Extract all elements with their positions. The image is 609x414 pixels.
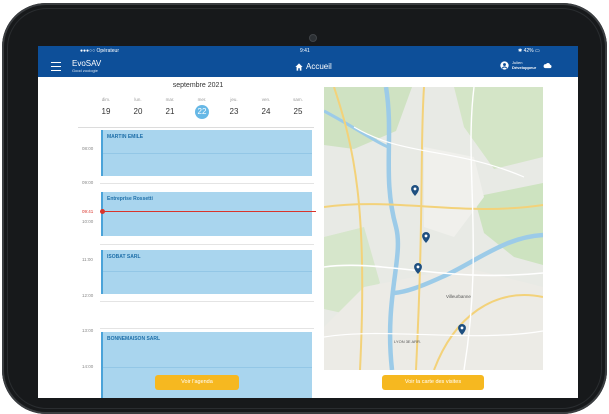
current-time-line — [100, 211, 316, 212]
map-marker-icon[interactable] — [414, 263, 422, 274]
day-number: 20 — [133, 107, 143, 116]
event-block[interactable]: MARTIN EMILE — [101, 130, 312, 176]
day-cell[interactable]: sam. 25 — [285, 97, 311, 119]
battery-label: ✱ 42% ▭ — [518, 48, 540, 54]
map-label: LYON 3E ARR. — [394, 339, 422, 344]
app-screen: ●●●○○ Opérateur 9:41 ✱ 42% ▭ EvoSAV Good… — [38, 46, 578, 398]
map-graphic — [324, 87, 543, 370]
home-icon — [295, 62, 303, 71]
map-marker-icon[interactable] — [422, 232, 430, 243]
app-name: EvoSAV — [72, 59, 102, 68]
event-block[interactable]: Entreprise Rossetti — [101, 192, 312, 236]
day-number: 25 — [293, 107, 303, 116]
app-header: EvoSAV Good zoologie Accueil Julien Déve… — [38, 56, 578, 77]
carrier-label: ●●●○○ Opérateur — [80, 48, 120, 54]
home-label: Accueil — [306, 62, 332, 71]
month-label: septembre 2021 — [172, 82, 224, 89]
event-title: Entreprise Rossetti — [107, 196, 153, 202]
day-number: 21 — [165, 107, 175, 116]
clock: 9:41 — [300, 48, 310, 54]
hour-label: 13:00 — [82, 328, 94, 333]
day-cell[interactable]: jeu. 23 — [221, 97, 247, 119]
view-agenda-button[interactable]: Voir l'agenda — [155, 375, 239, 390]
hour-label: 12:00 — [82, 293, 94, 298]
hour-label: 14:00 — [82, 364, 94, 369]
map-marker-icon[interactable] — [458, 324, 466, 335]
user-role: Développeur — [512, 65, 537, 70]
map-label: Villeurbanne — [446, 294, 471, 299]
day-number: 23 — [229, 107, 239, 116]
hour-label: 10:00 — [82, 219, 94, 224]
day-number: 19 — [101, 107, 111, 116]
status-bar: ●●●○○ Opérateur 9:41 ✱ 42% ▭ — [38, 46, 578, 56]
event-block[interactable]: ISOBAT SARL — [101, 250, 312, 294]
day-cell[interactable]: lun. 20 — [125, 97, 151, 119]
brand: EvoSAV Good zoologie — [72, 59, 101, 73]
hour-label: 11:00 — [82, 257, 93, 262]
day-cell-selected[interactable]: mer. 22 — [189, 97, 215, 119]
day-number: 24 — [261, 107, 271, 116]
current-time-dot — [100, 209, 105, 214]
camera — [309, 34, 317, 42]
day-cell[interactable]: dim. 19 — [93, 97, 119, 119]
current-time-label: 09:41 — [82, 209, 94, 214]
user-menu[interactable]: Julien Développeur — [500, 60, 552, 70]
week-strip: dim. 19 lun. 20 mar. 21 mer. 22 jeu. 23 ven. 2… — [93, 97, 313, 127]
hour-label: 08:00 — [82, 146, 94, 151]
hour-label: 09:00 — [82, 180, 94, 185]
view-visits-map-button[interactable]: Voir la carte des visites — [382, 375, 484, 390]
user-icon — [500, 60, 509, 70]
event-title: MARTIN EMILE — [107, 134, 144, 140]
map-marker-icon[interactable] — [411, 185, 419, 196]
home-link[interactable]: Accueil — [295, 62, 332, 71]
event-title: ISOBAT SARL — [107, 254, 141, 260]
visits-map[interactable]: Villeurbanne LYON 3E ARR. — [324, 87, 543, 370]
cloud-icon[interactable] — [543, 62, 552, 69]
day-cell[interactable]: mar. 21 — [157, 97, 183, 119]
day-cell[interactable]: ven. 24 — [253, 97, 279, 119]
menu-icon[interactable] — [51, 62, 61, 71]
app-subtitle: Good zoologie — [72, 68, 98, 73]
event-title: BONNEMAISON SARL — [107, 336, 161, 342]
day-schedule[interactable]: MARTIN EMILE 08:00 09:00 Entreprise Ross… — [78, 127, 316, 398]
day-number: 22 — [195, 105, 209, 119]
tablet-device: ●●●○○ Opérateur 9:41 ✱ 42% ▭ EvoSAV Good… — [2, 3, 607, 414]
